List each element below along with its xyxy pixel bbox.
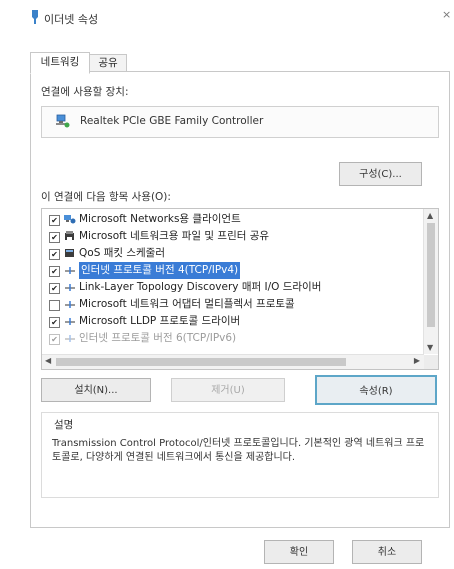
tab-networking[interactable]: 네트워킹	[30, 52, 90, 74]
list-item-file-printer-sharing[interactable]: ✔ Microsoft 네트워크용 파일 및 프린터 공유	[42, 228, 424, 245]
checkbox-file-printer-sharing[interactable]: ✔	[49, 232, 60, 243]
scrollbar-corner	[424, 355, 438, 369]
scroll-down-arrow-icon[interactable]: ▼	[427, 343, 433, 352]
connect-using-label: 연결에 사용할 장치:	[41, 86, 129, 98]
description-group: 설명 Transmission Control Protocol/인터넷 프로토…	[41, 412, 439, 498]
vertical-scroll-thumb[interactable]	[427, 223, 435, 327]
ok-button[interactable]: 확인	[264, 540, 334, 564]
list-item-label: Microsoft Networks용 클라이언트	[79, 213, 241, 225]
list-item-qos[interactable]: ✔ QoS 패킷 스케줄러	[42, 245, 424, 262]
scroll-up-arrow-icon[interactable]: ▲	[427, 211, 433, 220]
protocol-icon	[65, 335, 75, 342]
list-item-multiplexor[interactable]: Microsoft 네트워크 어댑터 멀티플렉서 프로토콜	[42, 296, 424, 313]
checkbox-multiplexor[interactable]	[49, 300, 60, 311]
list-item-label: QoS 패킷 스케줄러	[79, 247, 165, 259]
protocol-icon	[65, 267, 75, 274]
protocol-icon	[65, 301, 75, 308]
install-button[interactable]: 설치(N)...	[41, 378, 151, 402]
list-item-ipv4[interactable]: ✔ 인터넷 프로토콜 버전 4(TCP/IPv4)	[42, 262, 424, 279]
list-item-ipv6[interactable]: ✔ 인터넷 프로토콜 버전 6(TCP/IPv6)	[42, 330, 424, 347]
scroll-right-arrow-icon[interactable]: ▶	[414, 356, 420, 365]
horizontal-scroll-thumb[interactable]	[56, 358, 346, 366]
items-label: 이 연결에 다음 항목 사용(O):	[41, 191, 171, 203]
network-client-icon	[64, 215, 76, 224]
list-item-lltd[interactable]: ✔ Link-Layer Topology Discovery 매퍼 I/O 드…	[42, 279, 424, 296]
networking-panel: 연결에 사용할 장치: Realtek PCIe GBE Family Cont…	[30, 71, 450, 528]
list-item-label: Microsoft 네트워크용 파일 및 프린터 공유	[79, 230, 270, 242]
list-item-label: Link-Layer Topology Discovery 매퍼 I/O 드라이…	[79, 281, 322, 293]
uninstall-button: 제거(U)	[171, 378, 285, 402]
list-item-label: 인터넷 프로토콜 버전 6(TCP/IPv6)	[79, 332, 237, 344]
checkbox-qos[interactable]: ✔	[49, 249, 60, 260]
list-item-lldp[interactable]: ✔ Microsoft LLDP 프로토콜 드라이버	[42, 313, 424, 330]
checkbox-ipv6[interactable]: ✔	[49, 334, 60, 345]
cancel-button[interactable]: 취소	[352, 540, 422, 564]
ethernet-properties-window: 이더넷 속성 × 네트워킹 공유 연결에 사용할 장치: Realtek PCI…	[0, 0, 454, 569]
checkbox-ipv4[interactable]: ✔	[49, 266, 60, 277]
checkbox-lltd[interactable]: ✔	[49, 283, 60, 294]
list-item-label: 인터넷 프로토콜 버전 4(TCP/IPv4)	[79, 262, 241, 279]
qos-scheduler-icon	[65, 249, 74, 257]
protocol-icon	[65, 318, 75, 325]
properties-button[interactable]: 속성(R)	[315, 375, 437, 405]
protocol-icon	[65, 284, 75, 291]
vertical-scrollbar[interactable]: ▲ ▼	[423, 209, 438, 354]
checkbox-lldp[interactable]: ✔	[49, 317, 60, 328]
scroll-left-arrow-icon[interactable]: ◀	[45, 356, 51, 365]
list-item-client[interactable]: ✔ Microsoft Networks용 클라이언트	[42, 211, 424, 228]
title-bar: 이더넷 속성 ×	[0, 0, 454, 40]
configure-button[interactable]: 구성(C)...	[339, 162, 422, 186]
network-plug-icon	[32, 10, 38, 24]
printer-sharing-icon	[65, 231, 74, 240]
adapter-field: Realtek PCIe GBE Family Controller	[41, 106, 439, 138]
list-item-label: Microsoft LLDP 프로토콜 드라이버	[79, 315, 241, 327]
components-list[interactable]: ✔ Microsoft Networks용 클라이언트 ✔ Microsoft …	[41, 208, 439, 370]
checkbox-client[interactable]: ✔	[49, 215, 60, 226]
list-item-label: Microsoft 네트워크 어댑터 멀티플렉서 프로토콜	[79, 298, 295, 310]
description-text: Transmission Control Protocol/인터넷 프로토콜입니…	[52, 438, 425, 463]
horizontal-scrollbar[interactable]: ◀ ▶	[42, 354, 424, 369]
close-button[interactable]: ×	[442, 8, 452, 21]
network-adapter-icon	[56, 114, 70, 128]
description-title: 설명	[54, 419, 74, 431]
adapter-name: Realtek PCIe GBE Family Controller	[80, 115, 264, 127]
window-title: 이더넷 속성	[44, 13, 99, 26]
